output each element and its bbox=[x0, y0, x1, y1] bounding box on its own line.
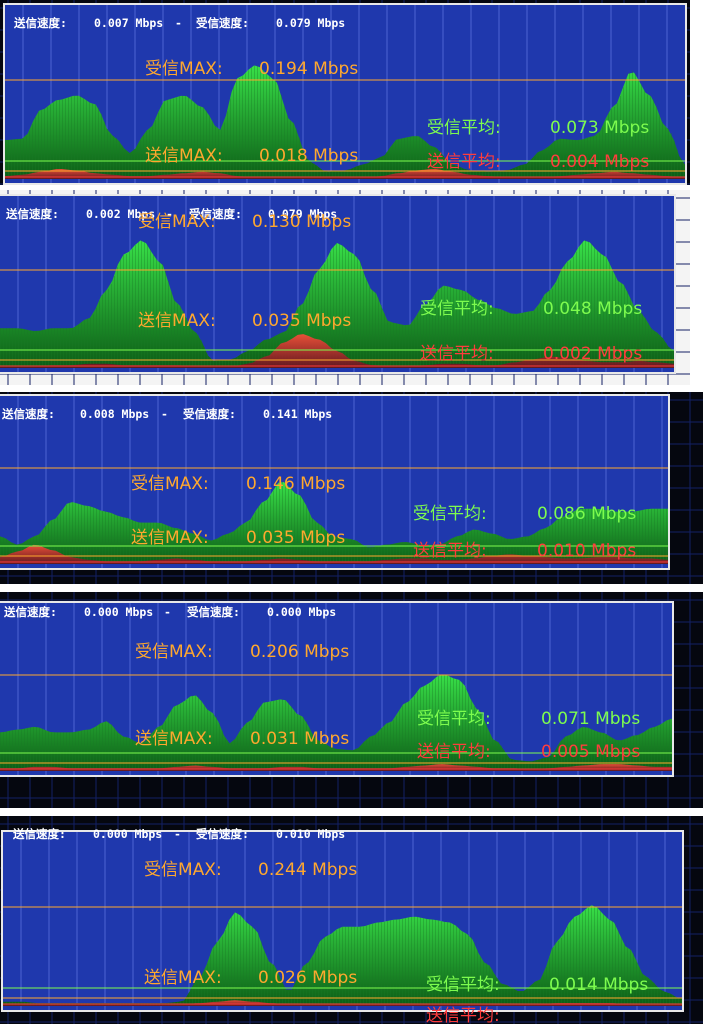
recv-avg-label: 受信平均: bbox=[426, 975, 500, 995]
send-speed-value: 0.007 Mbps bbox=[94, 16, 164, 30]
send-avg-value: 0.005 Mbps bbox=[541, 742, 641, 762]
traffic-monitor-panel: 送信速度: 0.002 Mbps - 受信速度: 0.079 Mbps 受信MA… bbox=[0, 190, 690, 385]
send-avg-value: 0.010 Mbps bbox=[537, 541, 637, 561]
recv-max-value: 0.146 Mbps bbox=[246, 474, 346, 494]
recv-speed-value: 0.000 Mbps bbox=[267, 605, 337, 619]
recv-speed-value: 0.141 Mbps bbox=[263, 407, 333, 421]
speed-separator: - bbox=[174, 827, 181, 841]
send-max-value: 0.026 Mbps bbox=[258, 968, 358, 988]
send-avg-label: 送信平均: bbox=[426, 1006, 500, 1024]
recv-speed-label: 受信速度: bbox=[187, 605, 240, 619]
recv-max-value: 0.206 Mbps bbox=[250, 642, 350, 662]
speed-separator: - bbox=[164, 605, 171, 619]
recv-max-label: 受信MAX: bbox=[144, 860, 222, 880]
send-avg-label: 送信平均: bbox=[420, 344, 494, 364]
send-speed-label: 送信速度: bbox=[4, 605, 57, 619]
send-speed-value: 0.000 Mbps bbox=[84, 605, 154, 619]
send-max-label: 送信MAX: bbox=[138, 311, 216, 331]
send-avg-value: 0.002 Mbps bbox=[543, 344, 643, 364]
send-max-value: 0.035 Mbps bbox=[252, 311, 352, 331]
recv-avg-value: 0.014 Mbps bbox=[549, 975, 649, 995]
recv-avg-value: 0.086 Mbps bbox=[537, 504, 637, 524]
send-max-label: 送信MAX: bbox=[144, 968, 222, 988]
recv-speed-value: 0.010 Mbps bbox=[276, 827, 346, 841]
recv-speed-label: 受信速度: bbox=[196, 16, 249, 30]
recv-max-label: 受信MAX: bbox=[138, 212, 216, 232]
send-speed-label: 送信速度: bbox=[14, 16, 67, 30]
recv-max-label: 受信MAX: bbox=[145, 59, 223, 79]
send-speed-label: 送信速度: bbox=[6, 207, 59, 221]
send-max-label: 送信MAX: bbox=[135, 729, 213, 749]
recv-avg-value: 0.071 Mbps bbox=[541, 709, 641, 729]
send-max-value: 0.018 Mbps bbox=[259, 146, 359, 166]
recv-speed-label: 受信速度: bbox=[183, 407, 236, 421]
send-avg-label: 送信平均: bbox=[417, 742, 491, 762]
send-speed-value: 0.008 Mbps bbox=[80, 407, 150, 421]
recv-avg-label: 受信平均: bbox=[427, 118, 501, 138]
speed-separator: - bbox=[161, 407, 168, 421]
traffic-graph bbox=[0, 592, 703, 808]
recv-avg-label: 受信平均: bbox=[417, 709, 491, 729]
recv-avg-value: 0.073 Mbps bbox=[550, 118, 650, 138]
send-avg-label: 送信平均: bbox=[427, 152, 501, 172]
send-speed-label: 送信速度: bbox=[13, 827, 66, 841]
traffic-monitor-panel: 送信速度: 0.000 Mbps - 受信速度: 0.000 Mbps 受信MA… bbox=[0, 592, 703, 808]
traffic-monitor-panel: 送信速度: 0.007 Mbps - 受信速度: 0.079 Mbps 受信MA… bbox=[0, 0, 690, 185]
send-max-label: 送信MAX: bbox=[131, 528, 209, 548]
send-speed-value: 0.000 Mbps bbox=[93, 827, 163, 841]
recv-avg-label: 受信平均: bbox=[413, 504, 487, 524]
recv-avg-label: 受信平均: bbox=[420, 299, 494, 319]
recv-max-label: 受信MAX: bbox=[131, 474, 209, 494]
recv-max-value: 0.194 Mbps bbox=[259, 59, 359, 79]
recv-speed-value: 0.079 Mbps bbox=[276, 16, 346, 30]
recv-max-value: 0.244 Mbps bbox=[258, 860, 358, 880]
recv-avg-value: 0.048 Mbps bbox=[543, 299, 643, 319]
traffic-monitor-panel: 送信速度: 0.008 Mbps - 受信速度: 0.141 Mbps 受信MA… bbox=[0, 392, 703, 584]
send-avg-value: 0.004 Mbps bbox=[550, 152, 650, 172]
send-speed-label: 送信速度: bbox=[2, 407, 55, 421]
speed-separator: - bbox=[175, 16, 182, 30]
recv-speed-label: 受信速度: bbox=[196, 827, 249, 841]
send-max-label: 送信MAX: bbox=[145, 146, 223, 166]
send-max-value: 0.035 Mbps bbox=[246, 528, 346, 548]
send-avg-label: 送信平均: bbox=[413, 541, 487, 561]
send-max-value: 0.031 Mbps bbox=[250, 729, 350, 749]
recv-max-value: 0.130 Mbps bbox=[252, 212, 352, 232]
traffic-monitor-panel: 送信速度: 0.000 Mbps - 受信速度: 0.010 Mbps 受信MA… bbox=[0, 816, 703, 1024]
recv-max-label: 受信MAX: bbox=[135, 642, 213, 662]
